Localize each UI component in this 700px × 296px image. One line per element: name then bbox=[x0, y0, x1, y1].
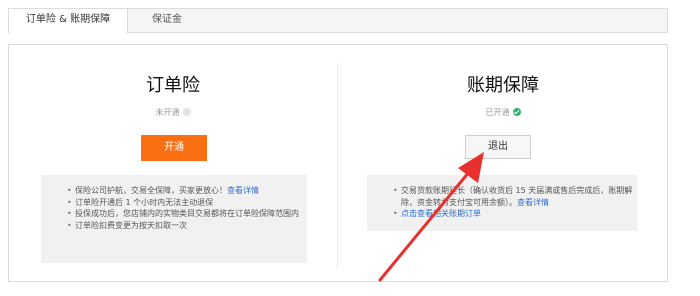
exit-button[interactable]: 退出 bbox=[465, 135, 531, 159]
order-insurance-title: 订单险 bbox=[146, 75, 200, 96]
tab-deposit[interactable]: 保证金 bbox=[139, 9, 195, 32]
order-insurance-card: 订单险 未开通 开通 保险公司护航，交易全保障，买家更放心！查看详情 订单险开通… bbox=[9, 45, 337, 281]
info-item: 订单险扣费变更为按天扣取一次 bbox=[65, 220, 307, 232]
payment-term-title: 账期保障 bbox=[467, 75, 539, 96]
payment-term-info: 交易货款账期延长（确认收货后 15 天届满或售后完成后，账期解除，资金转为支付宝… bbox=[367, 175, 637, 231]
info-item: 订单险开通后 1 个小时内无法主动退保 bbox=[65, 197, 307, 209]
view-details-link[interactable]: 查看详情 bbox=[517, 198, 549, 207]
view-details-link[interactable]: 查看详情 bbox=[227, 186, 259, 195]
content-panel: 订单险 未开通 开通 保险公司护航，交易全保障，买家更放心！查看详情 订单险开通… bbox=[8, 44, 668, 282]
tab-bar: 订单险 & 账期保障 保证金 bbox=[8, 8, 668, 33]
view-term-orders-link[interactable]: 点击查看相关账期订单 bbox=[401, 209, 481, 218]
order-insurance-info: 保险公司护航，交易全保障，买家更放心！查看详情 订单险开通后 1 个小时内无法主… bbox=[41, 175, 307, 263]
info-item: 点击查看相关账期订单 bbox=[391, 208, 637, 220]
activate-button[interactable]: 开通 bbox=[141, 135, 207, 161]
column-divider bbox=[337, 63, 338, 269]
tab-order-insurance[interactable]: 订单险 & 账期保障 bbox=[9, 9, 128, 33]
status-text: 未开通 bbox=[155, 108, 180, 117]
info-item: 投保成功后，您店铺内的实物类目交易都将在订单险保障范围内 bbox=[65, 208, 307, 220]
status-off-icon bbox=[182, 108, 191, 116]
info-item: 交易货款账期延长（确认收货后 15 天届满或售后完成后，账期解除，资金转为支付宝… bbox=[391, 185, 637, 208]
order-insurance-status: 未开通 bbox=[9, 107, 337, 118]
payment-term-status: 已开通 bbox=[339, 107, 667, 118]
info-item: 保险公司护航，交易全保障，买家更放心！查看详情 bbox=[65, 185, 307, 197]
status-text: 已开通 bbox=[485, 108, 510, 117]
check-circle-icon bbox=[512, 108, 521, 116]
payment-term-card: 账期保障 已开通 退出 交易货款账期延长（确认收货后 15 天届满或售后完成后，… bbox=[339, 45, 667, 281]
